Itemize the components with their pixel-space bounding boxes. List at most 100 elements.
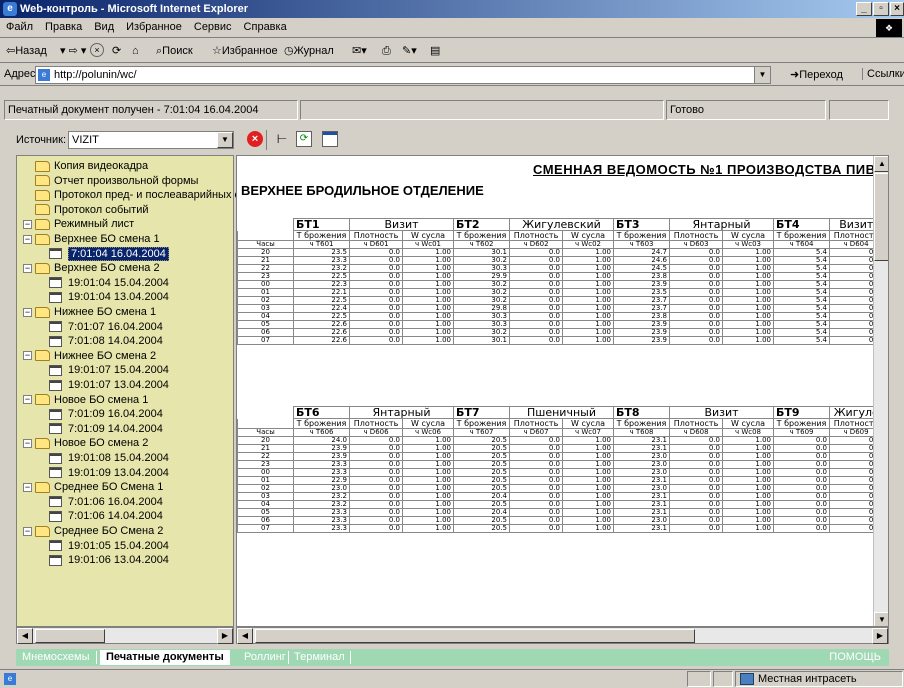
- scroll-down-icon[interactable]: ▼: [874, 612, 888, 626]
- tree-folder-item[interactable]: − Режимный лист: [23, 217, 134, 231]
- menu-tools[interactable]: Сервис: [188, 18, 238, 36]
- scroll-up-icon[interactable]: ▲: [874, 156, 888, 172]
- value-cell: 0.0: [669, 296, 723, 305]
- tree-document-item[interactable]: 19:01:09 13.04.2004: [49, 466, 169, 480]
- menu-favorites[interactable]: Избранное: [120, 18, 188, 36]
- collapse-icon[interactable]: −: [23, 395, 32, 405]
- tree-document-item[interactable]: 19:01:04 15.04.2004: [49, 276, 169, 290]
- main-vscrollbar[interactable]: ▲ ▼: [873, 156, 888, 626]
- tree-item-label: 7:01:09 16.04.2004: [68, 408, 163, 421]
- search-button[interactable]: ⌕Поиск: [156, 43, 193, 59]
- tree-folder-item[interactable]: − Нижнее БО смена 1: [23, 305, 156, 319]
- collapse-icon[interactable]: −: [23, 482, 32, 492]
- tree-folder-item[interactable]: − Новое БО смена 1: [23, 393, 148, 407]
- links-button[interactable]: Ссылки: [862, 68, 904, 80]
- tree-document-item[interactable]: 7:01:06 16.04.2004: [49, 495, 163, 509]
- menu-file[interactable]: Файл: [0, 18, 39, 36]
- tree-document-item[interactable]: 7:01:07 16.04.2004: [49, 320, 163, 334]
- tree-folder-item[interactable]: − Среднее БО Смена 2: [23, 524, 163, 538]
- collapse-icon[interactable]: −: [23, 307, 32, 317]
- tag-code: ч D607: [509, 428, 563, 437]
- main-scroll-right-icon[interactable]: ▶: [872, 628, 888, 644]
- history-button[interactable]: ◷Журнал: [284, 43, 334, 59]
- beer-name: Янтарный: [349, 406, 454, 419]
- collapse-icon[interactable]: −: [23, 438, 32, 448]
- back-button[interactable]: ⇦Назад: [6, 43, 47, 59]
- tree-document-item[interactable]: 7:01:06 14.04.2004: [49, 509, 163, 523]
- menu-view[interactable]: Вид: [88, 18, 120, 36]
- hour-cell: 02: [237, 296, 294, 305]
- tree-document-item[interactable]: 7:01:04 16.04.2004: [49, 246, 169, 261]
- tree-document-item[interactable]: 19:01:07 13.04.2004: [49, 378, 169, 392]
- main-vscroll-thumb[interactable]: [874, 173, 888, 261]
- mail-icon[interactable]: ✉▾: [352, 43, 367, 59]
- tree-folder-item[interactable]: − Верхнее БО смена 2: [23, 261, 160, 275]
- address-input[interactable]: e http://polunin/wc/ ▼: [35, 66, 771, 84]
- value-cell: 23.1: [613, 508, 670, 517]
- value-cell: 20.5: [453, 436, 510, 445]
- help-link[interactable]: ПОМОЩЬ: [829, 651, 881, 664]
- tree-document-item[interactable]: 19:01:07 15.04.2004: [49, 363, 169, 377]
- menu-edit[interactable]: Правка: [39, 18, 88, 36]
- refresh-icon[interactable]: ⟳: [112, 43, 121, 59]
- refresh-doc-icon[interactable]: ⟳: [296, 131, 312, 147]
- value-cell: 0.0: [349, 280, 403, 289]
- value-cell: 0.0: [669, 256, 723, 265]
- home-icon[interactable]: ⌂: [132, 43, 139, 59]
- close-button[interactable]: ×: [890, 2, 904, 16]
- tree-icon[interactable]: ⊢: [274, 131, 290, 147]
- scroll-right-icon[interactable]: ▶: [217, 628, 233, 644]
- minimize-button[interactable]: _: [856, 2, 872, 16]
- value-cell: 0.0: [349, 436, 403, 445]
- tree-document-item[interactable]: 19:01:04 13.04.2004: [49, 290, 169, 304]
- tree-document-item[interactable]: 7:01:08 14.04.2004: [49, 334, 163, 348]
- tree-document-item[interactable]: 7:01:09 16.04.2004: [49, 407, 163, 421]
- tree-folder-item[interactable]: − Верхнее БО смена 1: [23, 232, 160, 246]
- tree-folder-item[interactable]: − Среднее БО Смена 1: [23, 480, 163, 494]
- value-cell: 1.00: [402, 320, 454, 329]
- tree-folder-item[interactable]: Протокол пред- и послеаварийных ситу: [35, 188, 257, 202]
- window-icon[interactable]: [322, 131, 338, 147]
- discuss-icon[interactable]: ▤: [430, 43, 440, 59]
- main-hscrollbar[interactable]: ◀ ▶: [236, 627, 889, 644]
- scroll-left-icon[interactable]: ◀: [17, 628, 33, 644]
- favorites-button[interactable]: ☆Избранное: [212, 43, 278, 59]
- tree-folder-item[interactable]: − Нижнее БО смена 2: [23, 349, 156, 363]
- print-icon[interactable]: ⎙: [382, 43, 391, 59]
- delete-icon[interactable]: ×: [247, 131, 263, 147]
- collapse-icon[interactable]: −: [23, 351, 32, 361]
- maximize-button[interactable]: ▫: [873, 2, 889, 16]
- source-select[interactable]: VIZIT ▼: [68, 131, 234, 149]
- tab-rolling[interactable]: Роллинг: [244, 651, 286, 664]
- source-dropdown-icon[interactable]: ▼: [217, 132, 233, 148]
- stop-icon[interactable]: ×: [90, 43, 104, 57]
- collapse-icon[interactable]: −: [23, 219, 32, 229]
- tree-document-item[interactable]: 19:01:06 13.04.2004: [49, 553, 169, 567]
- menu-help[interactable]: Справка: [238, 18, 293, 36]
- tree-document-item[interactable]: 7:01:09 14.04.2004: [49, 422, 163, 436]
- edit-icon[interactable]: ✎▾: [402, 43, 417, 59]
- tree-document-item[interactable]: 19:01:05 15.04.2004: [49, 539, 169, 553]
- main-scroll-left-icon[interactable]: ◀: [237, 628, 253, 644]
- document-icon: [49, 452, 62, 464]
- tree-folder-item[interactable]: Копия видеокадра: [35, 159, 148, 173]
- address-dropdown-icon[interactable]: ▼: [754, 67, 770, 83]
- back-dropdown-icon[interactable]: ▾ ⇨ ▾: [60, 43, 86, 59]
- collapse-icon[interactable]: −: [23, 526, 32, 536]
- value-cell: 30.1: [453, 248, 510, 257]
- tab-print-docs[interactable]: Печатные документы: [100, 650, 230, 665]
- tree-item-label: 19:01:04 15.04.2004: [68, 276, 169, 289]
- collapse-icon[interactable]: −: [23, 234, 32, 244]
- tab-mnemo[interactable]: Мнемосхемы: [22, 651, 90, 664]
- tree-folder-item[interactable]: − Новое БО смена 2: [23, 436, 148, 450]
- tree-folder-item[interactable]: Протокол событий: [35, 203, 149, 217]
- main-hscroll-thumb[interactable]: [255, 629, 695, 643]
- tree-hscroll-thumb[interactable]: [35, 629, 105, 643]
- tree-hscrollbar[interactable]: ◀ ▶: [16, 627, 234, 644]
- value-cell: 1.00: [402, 328, 454, 337]
- tree-document-item[interactable]: 19:01:08 15.04.2004: [49, 451, 169, 465]
- tab-terminal[interactable]: Терминал: [294, 651, 345, 664]
- tree-folder-item[interactable]: Отчет произвольной формы: [35, 174, 198, 188]
- go-button[interactable]: ➜Переход: [790, 68, 843, 81]
- collapse-icon[interactable]: −: [23, 263, 32, 273]
